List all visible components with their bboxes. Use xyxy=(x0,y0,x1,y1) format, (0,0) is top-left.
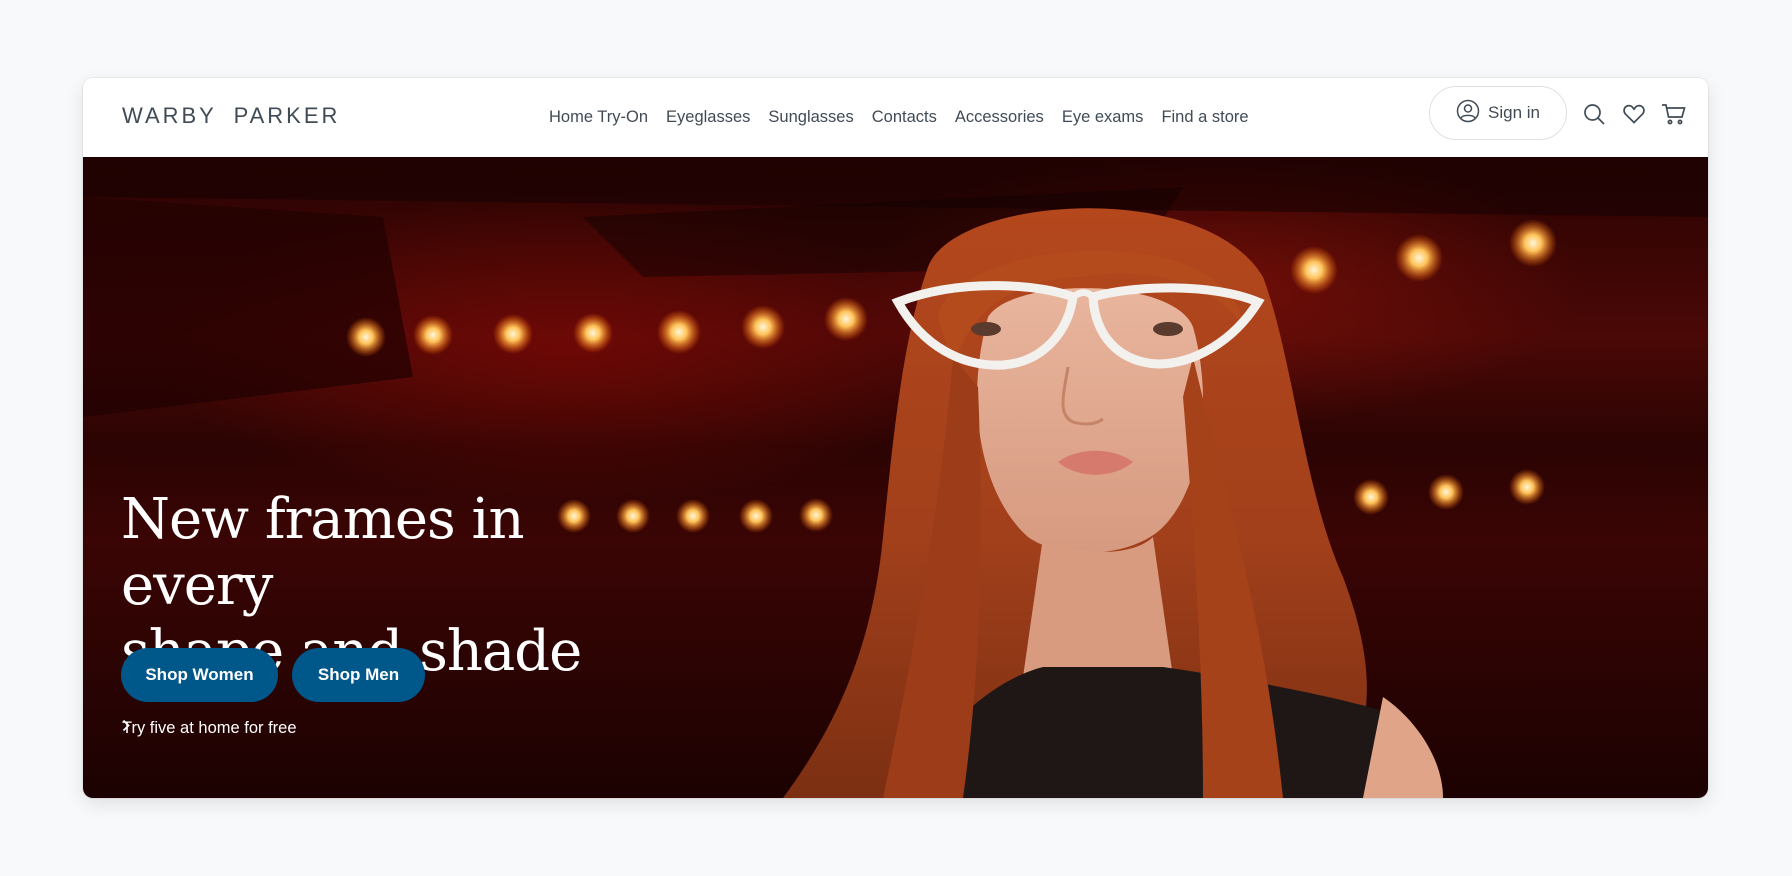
nav-contacts[interactable]: Contacts xyxy=(863,108,946,127)
hero-banner: New frames in every shape and shade Shop… xyxy=(83,157,1708,798)
nav-eyeglasses[interactable]: Eyeglasses xyxy=(657,108,759,127)
try-at-home-label: Try five at home for free xyxy=(122,719,297,737)
nav-home-try-on[interactable]: Home Try-On xyxy=(540,108,657,127)
search-icon[interactable] xyxy=(1578,98,1610,130)
browser-page: WARBY PARKER Home Try-On Eyeglasses Sung… xyxy=(83,78,1708,798)
sign-in-button[interactable]: Sign in xyxy=(1429,86,1567,140)
user-circle-icon xyxy=(1456,99,1480,128)
shop-women-button[interactable]: Shop Women xyxy=(121,648,278,702)
warby-parker-logo[interactable]: WARBY PARKER xyxy=(122,103,340,129)
nav-eye-exams[interactable]: Eye exams xyxy=(1053,108,1153,127)
cart-icon[interactable] xyxy=(1658,98,1690,130)
top-navbar: WARBY PARKER Home Try-On Eyeglasses Sung… xyxy=(83,78,1708,157)
nav-accessories[interactable]: Accessories xyxy=(946,108,1053,127)
sign-in-label: Sign in xyxy=(1488,103,1540,122)
hero-headline-line-1: New frames in every xyxy=(121,487,525,618)
nav-sunglasses[interactable]: Sunglasses xyxy=(759,108,862,127)
main-nav: Home Try-On Eyeglasses Sunglasses Contac… xyxy=(540,78,1258,157)
heart-icon[interactable] xyxy=(1618,98,1650,130)
shop-men-button[interactable]: Shop Men xyxy=(292,648,425,702)
try-at-home-link[interactable]: Try five at home for free xyxy=(122,719,306,738)
nav-find-a-store[interactable]: Find a store xyxy=(1152,108,1257,127)
